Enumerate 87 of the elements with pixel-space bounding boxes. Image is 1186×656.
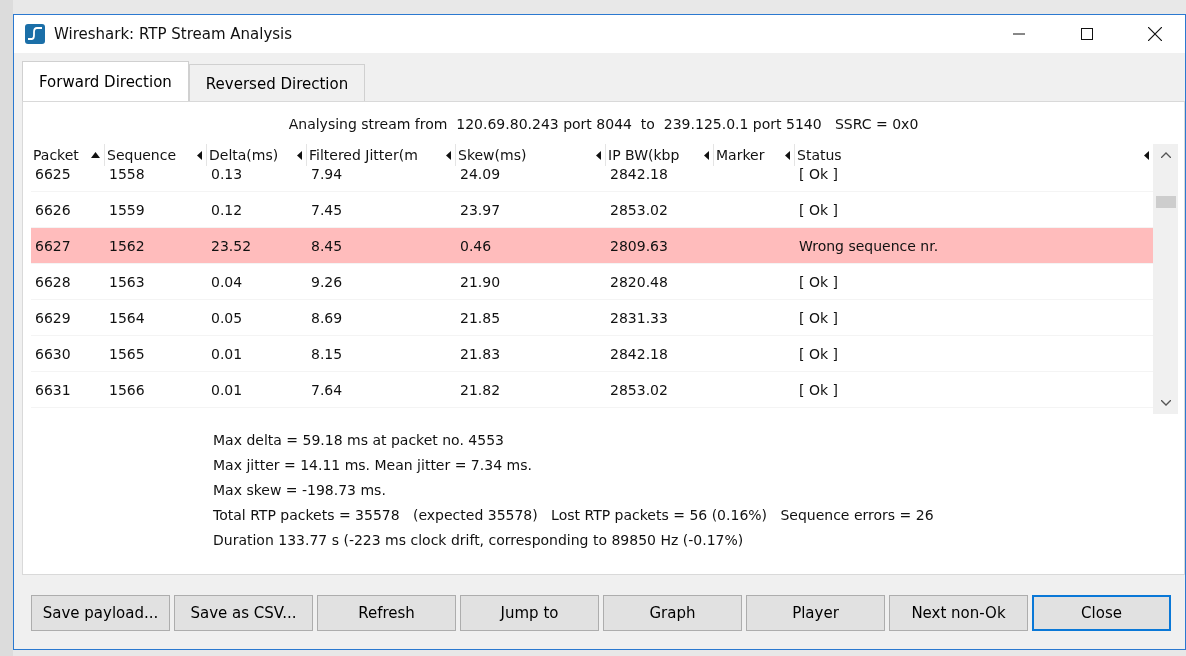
summary-line: Max jitter = 14.11 ms. Mean jitter = 7.34 ms. <box>213 456 533 475</box>
column-header[interactable]: Marker <box>714 144 795 166</box>
table-cell-text: 2809.63 <box>609 237 669 254</box>
dialog-button[interactable]: Graph <box>603 595 742 631</box>
table-cell-text: 2842.18 <box>609 345 669 362</box>
table-cell-text: 0.13 <box>210 166 244 182</box>
table-cell-text: [ Ok ] <box>798 309 839 326</box>
table-cell-text: 23.97 <box>459 201 502 218</box>
summary-line: Total RTP packets = 35578 (expected 35578) Lost RTP packets = 56 (0.16%) Sequence errors = 26 <box>213 506 935 525</box>
table-cell-text: 1565 <box>108 345 146 362</box>
table-cell-text: 8.45 <box>310 237 344 254</box>
column-header[interactable]: Filtered Jitter(m <box>307 144 456 166</box>
table-cell-text: 1562 <box>108 237 146 254</box>
window-title: Wireshark: RTP Stream Analysis <box>54 25 294 43</box>
summary-line: Max delta = 59.18 ms at packet no. 4553 <box>213 431 505 450</box>
triangle-left-icon <box>197 150 202 160</box>
table-cell-text: 7.64 <box>310 381 344 398</box>
triangle-left-icon <box>785 150 790 160</box>
table-cell-text: 0.05 <box>210 309 244 326</box>
close-icon[interactable] <box>1148 27 1162 41</box>
triangle-left-icon <box>446 150 451 160</box>
table-cell-text: 8.69 <box>310 309 344 326</box>
table-cell-text: 2853.02 <box>609 381 669 398</box>
table-cell-text: 1559 <box>108 201 146 218</box>
table-cell-text: 2853.02 <box>609 201 669 218</box>
table-cell-text: 1564 <box>108 309 146 326</box>
dialog-button[interactable]: Player <box>746 595 885 631</box>
table-cell-text: 0.01 <box>210 345 244 362</box>
table-cell-text: 9.26 <box>310 273 344 290</box>
tab[interactable]: Reversed Direction <box>188 64 366 101</box>
table-cell-text: 1563 <box>108 273 146 290</box>
table-cell-text: 23.52 <box>210 237 253 254</box>
table-row[interactable]: 6627 1562 23.52 8.45 0.46 2809.63 Wrong sequence nr. <box>31 228 1153 264</box>
dialog-button[interactable]: Next non-Ok <box>889 595 1028 631</box>
dialog-button[interactable]: Refresh <box>317 595 456 631</box>
table-cell-text: 6631 <box>34 381 72 398</box>
dialog-button[interactable]: Save payload... <box>31 595 170 631</box>
scrollbar-thumb[interactable] <box>1155 196 1176 208</box>
table-cell-text: 6628 <box>34 273 72 290</box>
table-cell-text: 24.09 <box>459 166 502 182</box>
table-cell-text: [ Ok ] <box>798 345 839 362</box>
table-cell-text: 21.83 <box>459 345 502 362</box>
dialog-button[interactable]: Jump to <box>460 595 599 631</box>
summary-line: Max skew = -198.73 ms. <box>213 481 387 500</box>
table-cell-text: 1566 <box>108 381 146 398</box>
table-cell-text: 6625 <box>34 166 72 182</box>
table-cell-text: [ Ok ] <box>798 166 839 182</box>
stream-info: Analysing stream from 120.69.80.243 port 8044 to 239.125.0.1 port 5140 SSRC = 0x0 <box>287 115 920 134</box>
table-cell-text: Wrong sequence nr. <box>798 237 940 254</box>
triangle-left-icon <box>297 150 302 160</box>
maximize-icon[interactable] <box>1081 28 1093 40</box>
tab[interactable]: Forward Direction <box>22 61 189 101</box>
table-cell-text: 2831.33 <box>609 309 669 326</box>
table-cell-text: 21.85 <box>459 309 502 326</box>
table-cell-text: 21.82 <box>459 381 502 398</box>
table-cell-text: 6627 <box>34 237 72 254</box>
triangle-left-icon <box>1144 150 1149 160</box>
table-cell-text: 6630 <box>34 345 72 362</box>
sort-up-icon <box>91 152 100 158</box>
table-cell-text: 8.15 <box>310 345 344 362</box>
table-cell-text: 0.12 <box>210 201 244 218</box>
triangle-left-icon <box>704 150 709 160</box>
column-header[interactable]: Skew(ms) <box>456 144 606 166</box>
table-cell-text: 0.01 <box>210 381 244 398</box>
table-cell-text: 0.04 <box>210 273 244 290</box>
table-cell-text: [ Ok ] <box>798 381 839 398</box>
table-cell-text: 7.94 <box>310 166 344 182</box>
table-cell-text: 2820.48 <box>609 273 669 290</box>
column-header[interactable]: Status <box>795 144 1153 166</box>
table-cell-text: [ Ok ] <box>798 273 839 290</box>
app-icon <box>24 23 46 45</box>
table-cell-text: 0.46 <box>459 237 493 254</box>
column-header[interactable]: IP BW(kbp <box>606 144 714 166</box>
column-header[interactable]: Delta(ms) <box>207 144 307 166</box>
column-header[interactable]: Packet <box>31 144 105 166</box>
table-cell-text: 1558 <box>108 166 146 182</box>
dialog-button[interactable]: Save as CSV... <box>174 595 313 631</box>
column-header[interactable]: Sequence <box>105 144 207 166</box>
table-cell-text: 6629 <box>34 309 72 326</box>
table-cell-text: 21.90 <box>459 273 502 290</box>
table-cell-text: 2842.18 <box>609 166 669 182</box>
table-cell-text: 6626 <box>34 201 72 218</box>
table-cell-text: 7.45 <box>310 201 344 218</box>
triangle-left-icon <box>596 150 601 160</box>
summary-line: Duration 133.77 s (-223 ms clock drift, corresponding to 89850 Hz (-0.17%) <box>213 531 745 550</box>
table-cell-text: [ Ok ] <box>798 201 839 218</box>
dialog-button[interactable]: Close <box>1032 595 1171 631</box>
